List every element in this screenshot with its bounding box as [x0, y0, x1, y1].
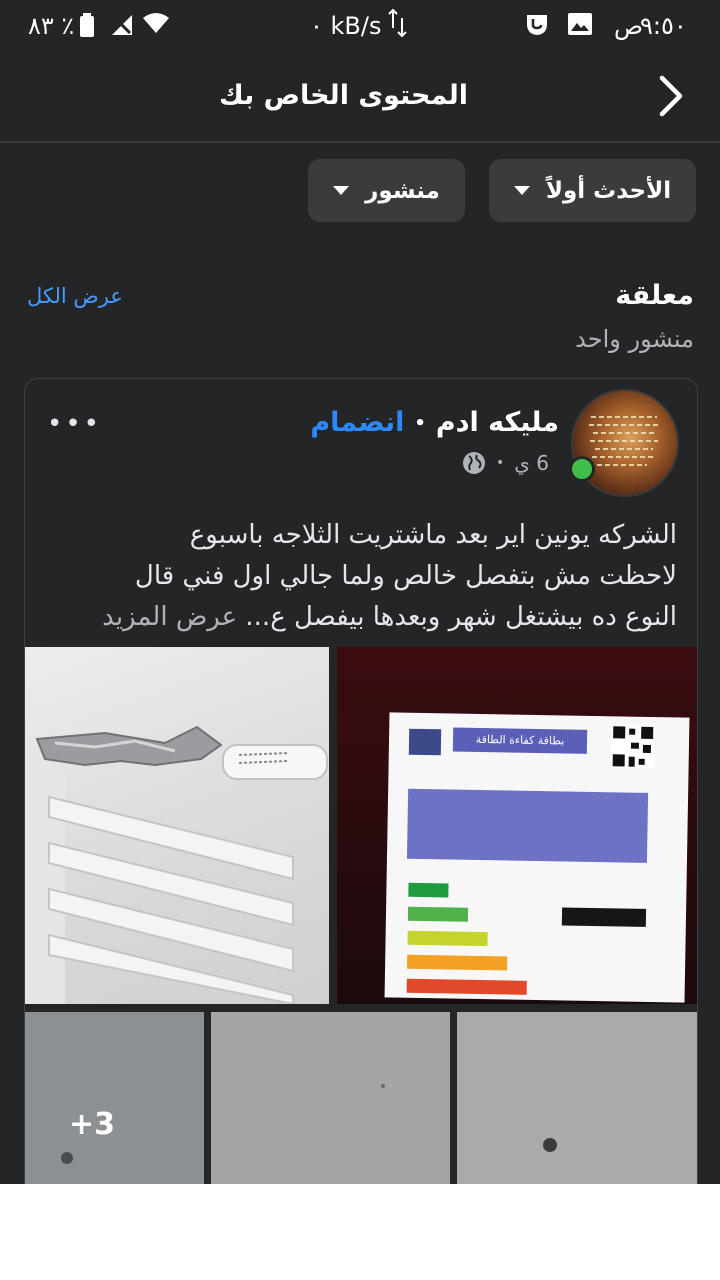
join-button[interactable]: انضمام — [310, 407, 404, 438]
rating-arrow — [561, 907, 647, 927]
rating-bar-a — [408, 882, 449, 898]
sort-filter-label: الأحدث أولاً — [545, 177, 672, 204]
more-photos-count: +3 — [69, 1107, 116, 1142]
screw-hole — [61, 1152, 73, 1164]
author-name[interactable]: مليكه ادم — [436, 407, 559, 438]
rating-bar-b — [407, 906, 469, 922]
more-options-button[interactable]: ••• — [47, 409, 102, 439]
app-screen: ٨٣ ٪ ٠ kB/s ص ٩:٥٠ المحتوى الخاص بك الأح… — [0, 0, 720, 1184]
wifi-icon — [142, 11, 170, 41]
no-signal-icon — [110, 13, 134, 43]
label-info-panel — [406, 788, 649, 863]
battery-percent: ٨٣ ٪ — [28, 12, 75, 40]
rating-bar-c — [407, 930, 488, 947]
separator-dot: • — [414, 413, 426, 434]
post-text-line: النوع ده بيشتغل شهر وبعدها بيفصل ع... — [245, 602, 677, 632]
post-meta: 6 ي • — [462, 451, 549, 475]
avatar-image — [589, 416, 659, 466]
globe-icon — [462, 452, 485, 474]
type-filter-label: منشور — [365, 177, 440, 204]
eos-logo — [408, 728, 442, 756]
app-header: المحتوى الخاص بك — [0, 50, 720, 143]
network-speed: ٠ kB/s — [310, 12, 382, 40]
post-text: الشركه يونين اير بعد ماشتريت الثلاجه باس… — [47, 515, 677, 638]
post-photo[interactable] — [457, 1012, 697, 1184]
type-filter-button[interactable]: منشور — [308, 159, 465, 222]
post-photo[interactable]: بطاقة كفاءة الطاقة — [337, 647, 697, 1004]
chevron-right-icon — [659, 75, 683, 117]
post-photo[interactable] — [25, 647, 329, 1004]
shield-app-icon — [525, 12, 549, 42]
status-bar: ٨٣ ٪ ٠ kB/s ص ٩:٥٠ — [0, 0, 720, 50]
meta-dot: • — [495, 455, 505, 471]
page-title: المحتوى الخاص بك — [218, 80, 468, 111]
battery-icon — [80, 13, 94, 43]
rating-bar-e — [406, 978, 527, 995]
post-photo[interactable]: +3 — [25, 1012, 204, 1184]
section-count: منشور واحد — [575, 325, 694, 353]
section-title: معلقة — [615, 280, 694, 311]
surface-speck — [381, 1084, 385, 1088]
post-text-line: الشركه يونين اير بعد ماشتريت الثلاجه باس… — [189, 520, 677, 550]
see-more-link[interactable]: عرض المزيد — [102, 602, 237, 632]
data-transfer-icon — [388, 8, 408, 44]
caret-down-icon — [513, 186, 530, 195]
post-photo[interactable] — [211, 1012, 450, 1184]
post-text-line: لاحظت مش بتفصل خالص ولما جالي اول فني قا… — [134, 561, 677, 591]
sort-filter-button[interactable]: الأحدث أولاً — [489, 159, 696, 222]
screw-hole — [543, 1138, 557, 1152]
post-card[interactable]: مليكه ادم • انضمام 6 ي • ••• الشركه يونين … — [24, 378, 698, 1184]
ampm-label: ص — [614, 12, 644, 40]
rating-bar-d — [407, 954, 508, 971]
author-line: مليكه ادم • انضمام — [310, 407, 559, 438]
gallery-icon — [568, 13, 592, 41]
clock: ٩:٥٠ — [640, 12, 687, 40]
energy-label-image: بطاقة كفاءة الطاقة — [384, 712, 690, 1003]
see-all-link[interactable]: عرض الكل — [27, 284, 123, 308]
energy-label-title: بطاقة كفاءة الطاقة — [452, 727, 588, 754]
post-time[interactable]: 6 ي — [514, 451, 549, 475]
caret-down-icon — [333, 186, 350, 195]
back-button[interactable] — [656, 74, 686, 118]
fridge-photo-image — [25, 725, 328, 1004]
online-status-dot — [569, 456, 595, 482]
qr-code-icon — [610, 724, 656, 770]
